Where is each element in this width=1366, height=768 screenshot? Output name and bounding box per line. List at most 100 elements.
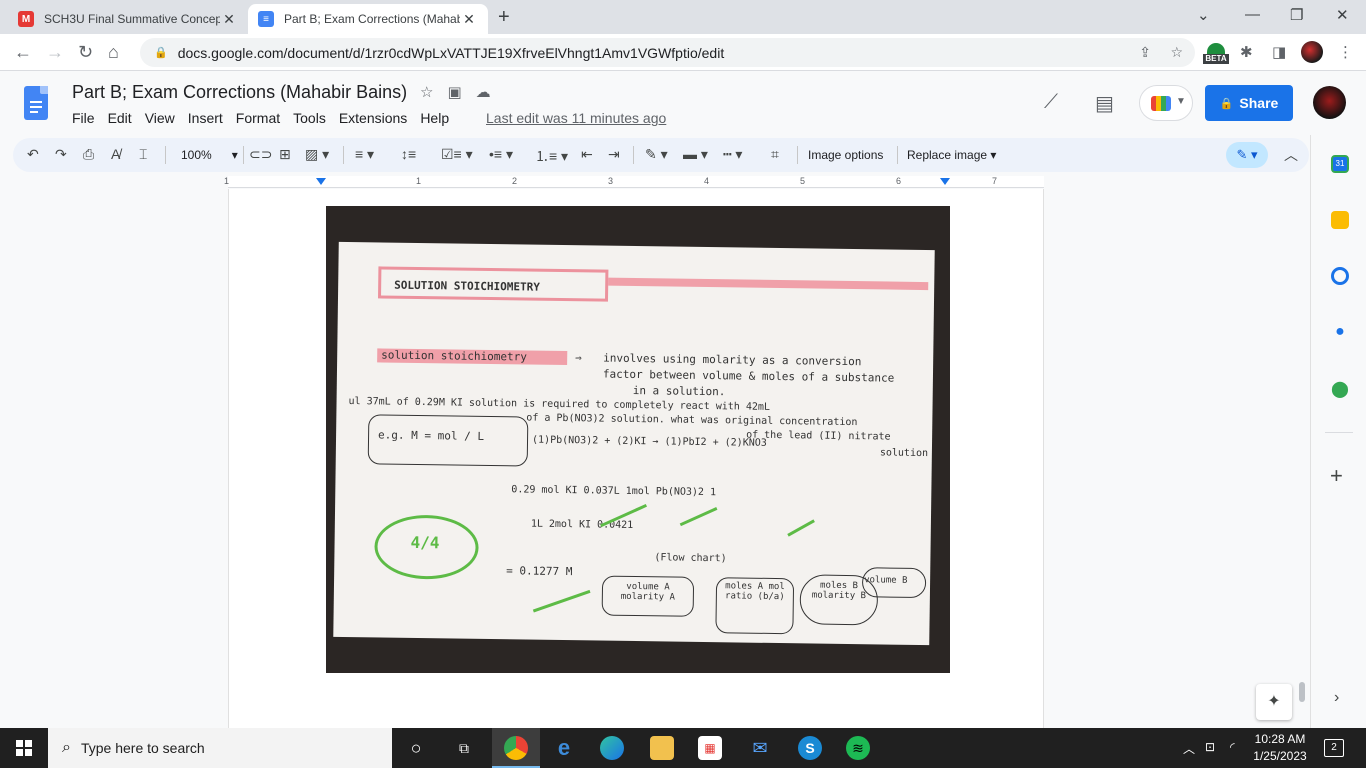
notifications-icon[interactable]: 2 <box>1324 739 1344 757</box>
wifi-icon[interactable]: ◜ <box>1230 740 1235 754</box>
cloud-saved-icon[interactable]: ☁ <box>476 84 505 101</box>
extensions-puzzle-icon[interactable]: ✱ <box>1240 43 1253 61</box>
menu-format[interactable]: Format <box>236 110 280 126</box>
insert-link-icon[interactable]: ⊂⊃ <box>249 146 272 163</box>
activity-trend-icon[interactable]: ⟋ <box>1044 91 1058 114</box>
menu-help[interactable]: Help <box>420 110 449 126</box>
show-side-panel-chevron-icon[interactable]: › <box>1334 689 1352 707</box>
menu-extensions[interactable]: Extensions <box>339 110 407 126</box>
tab-close-icon[interactable]: ✕ <box>460 11 478 28</box>
notes-flowchart-title: (Flow chart) <box>654 552 727 565</box>
calendar-icon[interactable]: 31 <box>1331 155 1349 173</box>
star-icon[interactable]: ☆ <box>420 84 447 101</box>
decrease-indent-icon[interactable]: ⇤ <box>581 146 593 163</box>
crop-image-icon[interactable]: ⌗ <box>771 146 779 163</box>
reload-icon[interactable]: ↻ <box>78 42 93 63</box>
keep-icon[interactable] <box>1331 211 1349 229</box>
tasks-icon[interactable] <box>1331 267 1349 285</box>
meet-button[interactable]: ▼ <box>1139 85 1193 121</box>
move-folder-icon[interactable]: ▣ <box>447 84 475 101</box>
border-dash-icon[interactable]: ┅ ▾ <box>723 146 742 163</box>
browser-profile-avatar[interactable] <box>1301 41 1323 63</box>
notes-reaction: (1)Pb(NO3)2 + (2)KI → (1)PbI2 + (2)KNO3 <box>531 434 767 449</box>
get-add-ons-plus-icon[interactable]: + <box>1330 463 1348 488</box>
tab-sch3u-summative[interactable]: M SCH3U Final Summative Concept ✕ <box>8 4 248 34</box>
chrome-icon[interactable] <box>504 736 528 760</box>
left-indent-marker[interactable] <box>316 178 326 185</box>
internet-explorer-icon[interactable]: e <box>552 736 576 760</box>
undo-icon[interactable]: ↶ <box>27 146 39 163</box>
comments-icon[interactable]: ▤ <box>1095 91 1114 116</box>
address-bar[interactable]: 🔒 docs.google.com/document/d/1rzr0cdWpLx… <box>140 38 1195 67</box>
embedded-notes-photo[interactable]: SOLUTION STOICHIOMETRY solution stoichio… <box>326 206 950 673</box>
image-options-button[interactable]: Image options <box>808 148 883 162</box>
beta-extension-icon[interactable]: BETA <box>1203 43 1229 65</box>
chrome-menu-icon[interactable]: ⋮ <box>1338 43 1353 61</box>
replace-image-button[interactable]: Replace image ▾ <box>907 148 996 162</box>
menu-insert[interactable]: Insert <box>188 110 223 126</box>
forward-arrow-icon[interactable]: → <box>46 42 64 63</box>
add-comment-icon[interactable]: ⊞ <box>279 146 291 163</box>
new-tab-plus-icon[interactable]: + <box>498 6 510 29</box>
spotify-icon[interactable]: ≋ <box>846 736 870 760</box>
taskbar-clock[interactable]: 10:28 AM 1/25/2023 <box>1249 731 1311 765</box>
numbered-list-icon[interactable]: ⒈≡ ▾ <box>535 146 568 166</box>
window-close-icon[interactable]: ✕ <box>1336 6 1349 24</box>
tab-part-b-exam-corrections[interactable]: ≡ Part B; Exam Corrections (Mahab ✕ <box>248 4 488 34</box>
share-label: Share <box>1239 95 1279 111</box>
cortana-icon[interactable]: ○ <box>404 736 428 760</box>
menu-edit[interactable]: Edit <box>108 110 132 126</box>
home-icon[interactable]: ⌂ <box>108 42 119 63</box>
print-icon[interactable]: ⎙ <box>83 146 94 163</box>
tab-close-icon[interactable]: ✕ <box>220 11 238 28</box>
notes-answer: = 0.1277 M <box>506 564 573 579</box>
contacts-icon[interactable]: ● <box>1331 323 1349 341</box>
right-indent-marker[interactable] <box>940 178 950 185</box>
taskbar-search-box[interactable]: ⌕ Type here to search <box>48 728 392 768</box>
share-page-icon[interactable]: ⇪ ☆ <box>1139 44 1183 61</box>
microsoft-store-icon[interactable]: ▦ <box>698 736 722 760</box>
mail-icon[interactable]: ✉ <box>748 736 772 760</box>
minimize-icon[interactable]: — <box>1245 6 1260 23</box>
tray-network-icon[interactable]: ⊡ <box>1205 740 1215 754</box>
border-color-icon[interactable]: ✎ ▾ <box>645 146 668 163</box>
tray-overflow-chevron-icon[interactable]: ︿ <box>1183 740 1195 757</box>
editing-mode-pencil-icon[interactable]: ✎ ▾ <box>1226 142 1268 168</box>
document-title[interactable]: Part B; Exam Corrections (Mahabir Bains) <box>72 82 407 103</box>
explore-assistant-button[interactable]: ✦ <box>1256 684 1292 720</box>
docs-home-icon[interactable] <box>24 86 48 120</box>
skype-icon[interactable]: S <box>798 736 822 760</box>
zoom-select[interactable]: 100% ▾ <box>181 148 238 162</box>
last-edit-link[interactable]: Last edit was 11 minutes ago <box>486 110 666 126</box>
task-view-icon[interactable]: ⧉ <box>452 736 476 760</box>
checklist-icon[interactable]: ☑≡ ▾ <box>441 146 473 163</box>
menu-tools[interactable]: Tools <box>293 110 326 126</box>
border-weight-icon[interactable]: ▬ ▾ <box>683 146 708 163</box>
insert-image-icon[interactable]: ▨ ▾ <box>305 146 329 163</box>
ruler-label: 1 <box>416 176 422 186</box>
bulleted-list-icon[interactable]: •≡ ▾ <box>489 146 513 163</box>
line-spacing-icon[interactable]: ↕≡ <box>401 146 416 162</box>
side-panel-icon[interactable]: ◨ <box>1272 43 1286 61</box>
increase-indent-icon[interactable]: ⇥ <box>608 146 620 163</box>
windows-start-icon[interactable] <box>16 740 32 756</box>
tab-search-chevron-icon[interactable]: ⌄ <box>1197 6 1210 24</box>
align-icon[interactable]: ≡ ▾ <box>355 146 374 163</box>
maps-icon[interactable]: ⬤ <box>1331 379 1349 398</box>
redo-icon[interactable]: ↷ <box>55 146 67 163</box>
menu-view[interactable]: View <box>145 110 175 126</box>
paint-format-icon[interactable]: ⌶ <box>139 146 147 163</box>
spellcheck-icon[interactable]: A̸ <box>111 146 120 162</box>
handwritten-notes-paper: SOLUTION STOICHIOMETRY solution stoichio… <box>333 241 935 646</box>
restore-icon[interactable]: ❐ <box>1290 6 1303 24</box>
edge-icon[interactable] <box>600 736 624 760</box>
vertical-scrollbar-thumb[interactable] <box>1299 682 1305 702</box>
collapse-menus-chevron-icon[interactable]: ︿ <box>1284 145 1298 165</box>
horizontal-ruler[interactable]: 1 1 2 3 4 5 6 7 <box>224 176 1044 188</box>
account-avatar[interactable] <box>1313 86 1346 119</box>
notes-term: solution stoichiometry <box>381 348 527 364</box>
share-button[interactable]: 🔒 Share <box>1205 85 1293 121</box>
back-arrow-icon[interactable]: ← <box>14 42 32 63</box>
file-explorer-icon[interactable] <box>650 736 674 760</box>
menu-file[interactable]: File <box>72 110 95 126</box>
